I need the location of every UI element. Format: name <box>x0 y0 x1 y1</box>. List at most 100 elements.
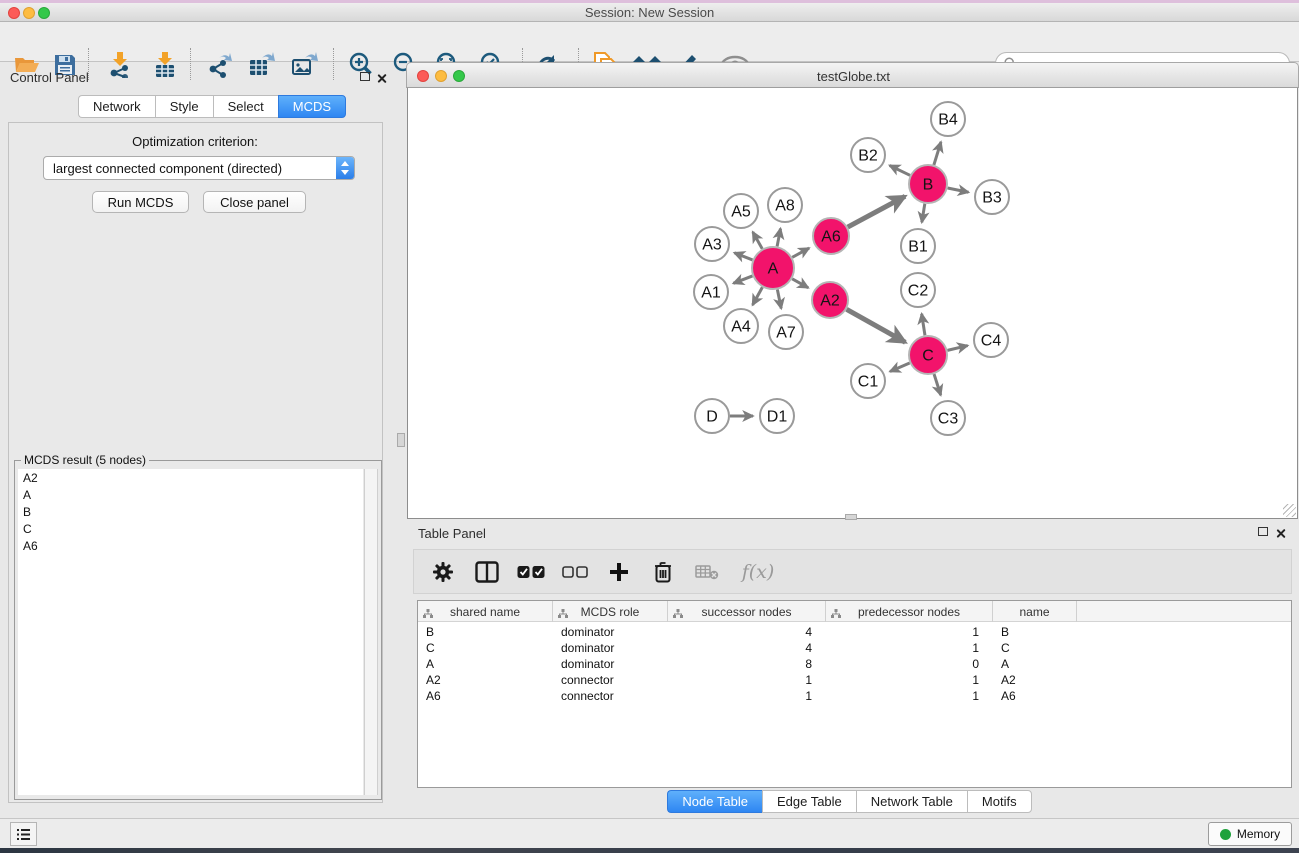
node-A1[interactable]: A1 <box>694 275 728 309</box>
close-panel-button[interactable]: Close panel <box>203 191 306 213</box>
run-mcds-button[interactable]: Run MCDS <box>92 191 189 213</box>
tab-network-table[interactable]: Network Table <box>856 790 967 813</box>
deselect-all-checks-icon[interactable] <box>560 557 590 587</box>
settings-icon[interactable] <box>428 557 458 587</box>
node-C[interactable]: C <box>909 336 947 374</box>
result-item[interactable]: A <box>18 486 363 503</box>
delete-table-icon[interactable] <box>692 557 722 587</box>
cell-MCDS-role[interactable]: connector <box>561 672 668 688</box>
export-network-icon[interactable] <box>203 50 237 80</box>
cell-name[interactable]: C <box>1001 640 1077 656</box>
edge-A-A7[interactable] <box>777 290 781 309</box>
cell-MCDS-role[interactable]: connector <box>561 688 668 704</box>
cell-successor-nodes[interactable]: 1 <box>668 672 812 688</box>
result-item[interactable]: B <box>18 503 363 520</box>
cell-MCDS-role[interactable]: dominator <box>561 624 668 640</box>
split-panel-icon[interactable] <box>472 557 502 587</box>
edge-B-B4[interactable] <box>934 142 941 165</box>
tab-select[interactable]: Select <box>213 95 278 118</box>
cell-successor-nodes[interactable]: 4 <box>668 624 812 640</box>
node-B3[interactable]: B3 <box>975 180 1009 214</box>
cell-shared-name[interactable]: C <box>426 640 553 656</box>
task-history-button[interactable] <box>10 822 37 846</box>
function-builder-icon[interactable]: f(x) <box>736 557 780 587</box>
cell-successor-nodes[interactable]: 1 <box>668 688 812 704</box>
node-A7[interactable]: A7 <box>769 315 803 349</box>
node-B2[interactable]: B2 <box>851 138 885 172</box>
cell-name[interactable]: A2 <box>1001 672 1077 688</box>
tab-network[interactable]: Network <box>78 95 155 118</box>
node-C3[interactable]: C3 <box>931 401 965 435</box>
import-table-icon[interactable] <box>148 50 182 80</box>
cell-name[interactable]: A <box>1001 656 1077 672</box>
cell-name[interactable]: B <box>1001 624 1077 640</box>
cell-successor-nodes[interactable]: 4 <box>668 640 812 656</box>
edge-A-A1[interactable] <box>733 276 752 283</box>
cell-shared-name[interactable]: A2 <box>426 672 553 688</box>
cell-predecessor-nodes[interactable]: 0 <box>826 656 979 672</box>
edge-C-C1[interactable] <box>890 363 910 372</box>
node-D1[interactable]: D1 <box>760 399 794 433</box>
close-panel-icon[interactable] <box>376 71 387 89</box>
criterion-dropdown[interactable]: largest connected component (directed) <box>43 156 355 180</box>
cell-shared-name[interactable]: B <box>426 624 553 640</box>
node-A3[interactable]: A3 <box>695 227 729 261</box>
cell-predecessor-nodes[interactable]: 1 <box>826 672 979 688</box>
column-header-predecessor-nodes[interactable]: predecessor nodes <box>826 601 993 622</box>
node-A[interactable]: A <box>752 247 794 289</box>
tab-style[interactable]: Style <box>155 95 213 118</box>
node-D[interactable]: D <box>695 399 729 433</box>
edge-A-A5[interactable] <box>753 232 762 249</box>
resize-handle-icon[interactable] <box>1283 504 1296 517</box>
import-network-icon[interactable] <box>103 50 137 80</box>
cell-shared-name[interactable]: A6 <box>426 688 553 704</box>
node-B[interactable]: B <box>909 165 947 203</box>
column-header-shared-name[interactable]: shared name <box>418 601 553 622</box>
edge-A-A8[interactable] <box>777 229 780 247</box>
result-item[interactable]: A2 <box>18 469 363 486</box>
float-panel-icon[interactable] <box>360 72 370 81</box>
node-A5[interactable]: A5 <box>724 194 758 228</box>
horizontal-split-handle[interactable] <box>845 514 857 520</box>
column-header-successor-nodes[interactable]: successor nodes <box>668 601 826 622</box>
tab-mcds[interactable]: MCDS <box>278 95 346 118</box>
cell-predecessor-nodes[interactable]: 1 <box>826 688 979 704</box>
tab-node-table[interactable]: Node Table <box>667 790 762 813</box>
node-C4[interactable]: C4 <box>974 323 1008 357</box>
edge-B-B1[interactable] <box>922 204 925 223</box>
edge-C-C3[interactable] <box>934 374 941 395</box>
edge-B-B3[interactable] <box>948 188 969 192</box>
node-A8[interactable]: A8 <box>768 188 802 222</box>
node-B1[interactable]: B1 <box>901 229 935 263</box>
result-item[interactable]: C <box>18 520 363 537</box>
memory-button[interactable]: Memory <box>1208 822 1292 846</box>
node-A2[interactable]: A2 <box>812 282 848 318</box>
node-C1[interactable]: C1 <box>851 364 885 398</box>
edge-A-A2[interactable] <box>792 279 808 288</box>
mcds-result-list[interactable]: A2ABCA6 <box>18 469 363 795</box>
column-header-MCDS-role[interactable]: MCDS role <box>553 601 668 622</box>
edge-C-C4[interactable] <box>947 346 967 351</box>
edge-A6-B[interactable] <box>848 196 905 227</box>
vertical-split-handle[interactable] <box>397 433 405 447</box>
close-table-panel-icon[interactable] <box>1275 526 1286 544</box>
node-C2[interactable]: C2 <box>901 273 935 307</box>
result-scrollbar[interactable] <box>364 469 378 795</box>
edge-A-A4[interactable] <box>753 287 763 305</box>
export-image-icon[interactable] <box>288 50 322 80</box>
edge-A-A6[interactable] <box>792 248 809 257</box>
node-A6[interactable]: A6 <box>813 218 849 254</box>
node-B4[interactable]: B4 <box>931 102 965 136</box>
tab-motifs[interactable]: Motifs <box>967 790 1032 813</box>
select-all-checks-icon[interactable] <box>516 557 546 587</box>
float-table-panel-icon[interactable] <box>1258 527 1268 536</box>
edge-A-A3[interactable] <box>734 253 752 260</box>
cell-name[interactable]: A6 <box>1001 688 1077 704</box>
delete-column-icon[interactable] <box>648 557 678 587</box>
add-column-icon[interactable] <box>604 557 634 587</box>
cell-successor-nodes[interactable]: 8 <box>668 656 812 672</box>
cell-shared-name[interactable]: A <box>426 656 553 672</box>
column-header-name[interactable]: name <box>993 601 1077 622</box>
node-table[interactable]: shared nameMCDS rolesuccessor nodesprede… <box>417 600 1292 788</box>
cell-MCDS-role[interactable]: dominator <box>561 640 668 656</box>
